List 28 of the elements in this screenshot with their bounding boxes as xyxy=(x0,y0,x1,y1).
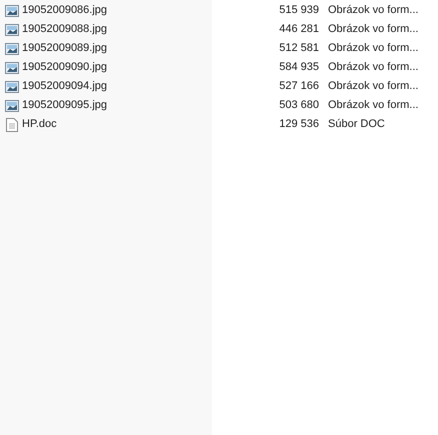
image-file-icon xyxy=(5,42,19,54)
file-type: Obrázok vo form... xyxy=(328,60,418,76)
file-name-item[interactable]: HP.doc xyxy=(0,115,212,134)
file-type: Obrázok vo form... xyxy=(328,3,418,18)
file-size: 584 935 xyxy=(278,60,319,76)
file-name-item[interactable]: 19052009094.jpg xyxy=(0,77,212,96)
image-file-icon xyxy=(5,100,19,112)
image-file-icon xyxy=(5,62,19,74)
file-name-item[interactable]: 19052009086.jpg xyxy=(0,1,212,20)
file-size: 512 581 xyxy=(278,41,319,56)
file-size: 129 536 xyxy=(278,117,319,132)
file-name-item[interactable]: 19052009095.jpg xyxy=(0,96,212,115)
file-name-item[interactable]: 19052009090.jpg xyxy=(0,58,212,77)
file-type: Obrázok vo form... xyxy=(328,22,418,38)
file-size: 503 680 xyxy=(278,98,319,114)
file-type: Súbor DOC xyxy=(328,117,385,132)
file-name-item[interactable]: 19052009088.jpg xyxy=(0,20,212,39)
file-size: 527 166 xyxy=(278,79,319,94)
image-file-icon xyxy=(5,80,19,92)
image-file-icon xyxy=(5,4,19,16)
file-type: Obrázok vo form... xyxy=(328,79,418,94)
image-file-icon xyxy=(5,24,19,36)
file-type: Obrázok vo form... xyxy=(328,41,418,56)
file-name-item[interactable]: 19052009089.jpg xyxy=(0,39,212,58)
file-size: 515 939 xyxy=(278,3,319,18)
file-type: Obrázok vo form... xyxy=(328,98,418,114)
file-size: 446 281 xyxy=(278,22,319,38)
document-icon xyxy=(6,118,18,132)
